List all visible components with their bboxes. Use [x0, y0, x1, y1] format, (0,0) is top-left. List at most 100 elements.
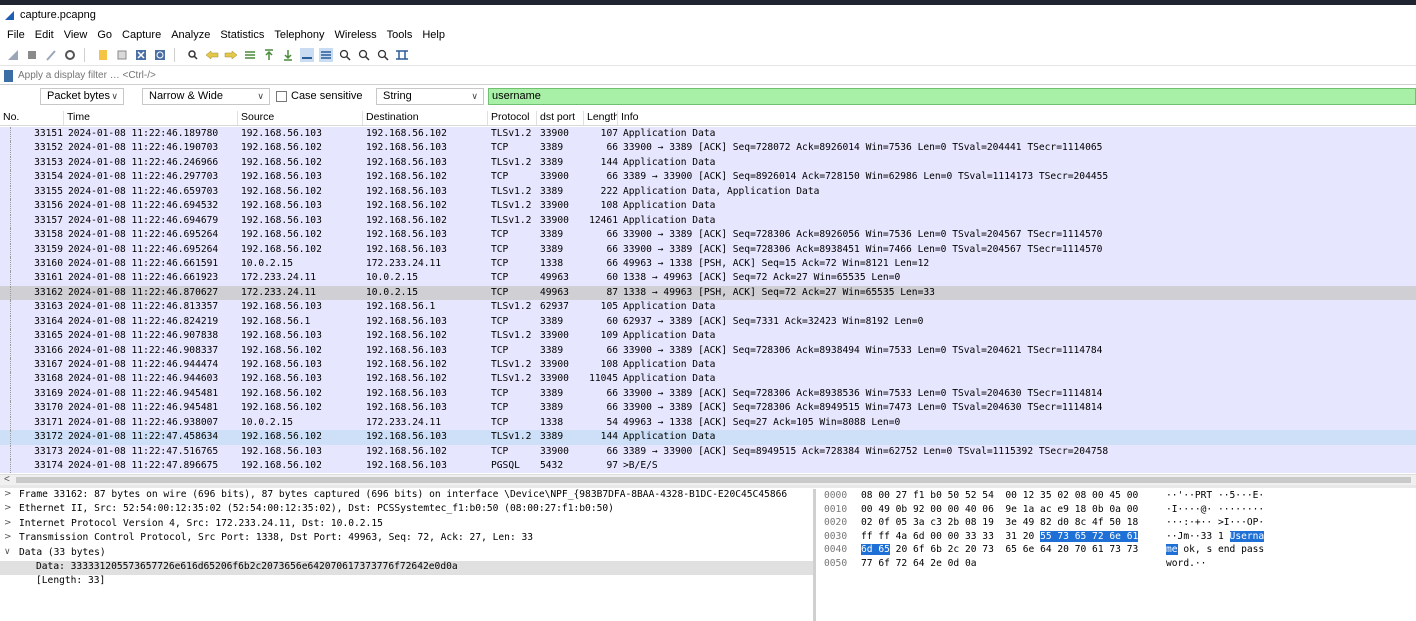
detail-tree-item[interactable]: > Frame 33162: 87 bytes on wire (696 bits… [0, 489, 814, 503]
menu-statistics[interactable]: Statistics [215, 29, 269, 41]
packet-row[interactable]: 33151 2024-01-08 11:22:46.189780 192.168.5… [0, 127, 1416, 142]
packet-row[interactable]: 33168 2024-01-08 11:22:46.944603 192.168.5… [0, 372, 1416, 387]
ascii-bytes[interactable]: ··Jm··33 1 Userna [1166, 530, 1265, 542]
column-header-dst-port[interactable]: dst port [537, 111, 584, 125]
column-header-info[interactable]: Info [618, 111, 1416, 125]
checkbox-box[interactable] [276, 90, 287, 102]
menu-edit[interactable]: Edit [30, 29, 59, 41]
menu-go[interactable]: Go [92, 29, 117, 41]
packet-row[interactable]: 33158 2024-01-08 11:22:46.695264 192.168.5… [0, 228, 1416, 243]
bookmark-icon[interactable] [4, 69, 13, 82]
horizontal-scrollbar[interactable]: < [0, 474, 1416, 485]
expand-arrow-icon[interactable]: > [4, 489, 12, 499]
go-back-icon[interactable] [203, 46, 221, 64]
packet-row[interactable]: 33166 2024-01-08 11:22:46.908337 192.168.5… [0, 343, 1416, 358]
menu-telephony[interactable]: Telephony [269, 29, 329, 41]
packet-row[interactable]: 33170 2024-01-08 11:22:46.945481 192.168.5… [0, 401, 1416, 416]
menu-file[interactable]: File [2, 29, 30, 41]
packet-row[interactable]: 33154 2024-01-08 11:22:46.297703 192.168.5… [0, 170, 1416, 185]
menu-analyze[interactable]: Analyze [166, 29, 215, 41]
packet-row[interactable]: 33172 2024-01-08 11:22:47.458634 192.168.5… [0, 430, 1416, 445]
column-header-length[interactable]: Length [584, 111, 618, 125]
packet-row[interactable]: 33153 2024-01-08 11:22:46.246966 192.168.5… [0, 155, 1416, 171]
find-packet-icon[interactable] [184, 46, 202, 64]
packet-row[interactable]: 33155 2024-01-08 11:22:46.659703 192.168.5… [0, 184, 1416, 200]
detail-tree-item[interactable]: [Length: 33] [0, 575, 814, 589]
packet-row[interactable]: 33162 2024-01-08 11:22:46.870627 172.233.2… [0, 285, 1416, 301]
packet-row[interactable]: 33160 2024-01-08 11:22:46.661591 10.0.2.15… [0, 256, 1416, 272]
ascii-bytes[interactable]: ···:·+·· >I···OP· [1166, 517, 1264, 528]
packet-row[interactable]: 33159 2024-01-08 11:22:46.695264 192.168.5… [0, 242, 1416, 257]
zoom-normal-icon[interactable] [374, 46, 392, 64]
hex-bytes[interactable]: 6d 65 20 6f 6b 2c 20 73 65 6e 64 20 70 6… [861, 544, 1138, 556]
hex-bytes[interactable]: 00 49 0b 92 00 00 40 06 9e 1a ac e9 18 0… [861, 504, 1138, 515]
menu-capture[interactable]: Capture [117, 29, 166, 41]
packet-row[interactable]: 33152 2024-01-08 11:22:46.190703 192.168.5… [0, 141, 1416, 156]
packet-row[interactable]: 33164 2024-01-08 11:22:46.824219 192.168.5… [0, 314, 1416, 330]
column-header-source[interactable]: Source [238, 111, 363, 125]
hex-bytes[interactable]: 02 0f 05 3a c3 2b 08 19 3e 49 82 d0 8c 4… [861, 517, 1138, 528]
detail-tree-item[interactable]: Data: 333331205573657726e616d65206f6b2c2… [0, 560, 814, 576]
zoom-in-icon[interactable] [336, 46, 354, 64]
display-filter-input[interactable] [18, 70, 1398, 81]
hex-bytes[interactable]: ff ff 4a 6d 00 00 33 33 31 20 55 73 65 7… [861, 530, 1139, 542]
ascii-bytes[interactable]: word.·· [1166, 558, 1206, 569]
scroll-left-icon[interactable]: < [4, 474, 10, 485]
capture-options-icon[interactable] [61, 46, 79, 64]
go-last-icon[interactable] [279, 46, 297, 64]
zoom-out-icon[interactable] [355, 46, 373, 64]
colorize-icon[interactable] [317, 46, 335, 64]
ascii-bytes[interactable]: ··'··PRT ··5···E· [1166, 490, 1264, 501]
detail-tree-item[interactable]: > Transmission Control Protocol, Src Port… [0, 532, 814, 546]
collapse-arrow-icon[interactable]: ∨ [4, 547, 11, 557]
expand-arrow-icon[interactable]: > [4, 503, 12, 513]
packet-row[interactable]: 33163 2024-01-08 11:22:46.813357 192.168.5… [0, 300, 1416, 315]
search-in-select[interactable]: Packet bytes ∨ [40, 88, 124, 105]
column-header-protocol[interactable]: Protocol [488, 111, 537, 125]
packet-row[interactable]: 33167 2024-01-08 11:22:46.944474 192.168.5… [0, 358, 1416, 373]
detail-tree-item[interactable]: > Ethernet II, Src: 52:54:00:12:35:02 (52… [0, 503, 814, 517]
go-forward-icon[interactable] [222, 46, 240, 64]
hex-bytes[interactable]: 77 6f 72 64 2e 0d 0a [861, 558, 977, 569]
pane-splitter[interactable] [0, 485, 1416, 488]
packet-row[interactable]: 33171 2024-01-08 11:22:46.938007 10.0.2.15… [0, 415, 1416, 431]
packet-row[interactable]: 33161 2024-01-08 11:22:46.661923 172.233.2… [0, 271, 1416, 286]
resize-columns-icon[interactable] [393, 46, 411, 64]
packet-row[interactable]: 33157 2024-01-08 11:22:46.694679 192.168.5… [0, 213, 1416, 229]
packet-row[interactable]: 33165 2024-01-08 11:22:46.907838 192.168.5… [0, 329, 1416, 344]
stop-capture-icon[interactable] [23, 46, 41, 64]
packet-row[interactable]: 33174 2024-01-08 11:22:47.896675 192.168.5… [0, 459, 1416, 473]
reload-icon[interactable] [151, 46, 169, 64]
packet-row[interactable]: 33173 2024-01-08 11:22:47.516765 192.168.5… [0, 444, 1416, 460]
autoscroll-icon[interactable] [298, 46, 316, 64]
expand-arrow-icon[interactable]: > [4, 518, 12, 528]
detail-tree-item[interactable]: ∨ Data (33 bytes) [0, 547, 814, 561]
go-first-icon[interactable] [260, 46, 278, 64]
go-to-packet-icon[interactable] [241, 46, 259, 64]
column-header-time[interactable]: Time [64, 111, 238, 125]
char-width-select[interactable]: Narrow & Wide ∨ [142, 88, 270, 105]
menu-tools[interactable]: Tools [382, 29, 418, 41]
start-capture-icon[interactable] [4, 46, 22, 64]
scrollbar-thumb[interactable] [16, 477, 1411, 483]
restart-capture-icon[interactable] [42, 46, 60, 64]
find-string-input[interactable]: username [488, 88, 1416, 105]
search-type-select[interactable]: String ∨ [376, 88, 484, 105]
column-header-destination[interactable]: Destination [363, 111, 488, 125]
save-file-icon[interactable] [113, 46, 131, 64]
expand-arrow-icon[interactable]: > [4, 532, 12, 542]
close-file-icon[interactable] [132, 46, 150, 64]
open-file-icon[interactable] [94, 46, 112, 64]
menu-help[interactable]: Help [417, 29, 450, 41]
detail-tree-item[interactable]: > Internet Protocol Version 4, Src: 172.2… [0, 518, 814, 532]
packet-row[interactable]: 33169 2024-01-08 11:22:46.945481 192.168.5… [0, 386, 1416, 402]
ascii-bytes[interactable]: me ok, s end pass [1166, 544, 1264, 556]
menu-wireless[interactable]: Wireless [330, 29, 382, 41]
ascii-bytes[interactable]: ·I····@· ········ [1166, 504, 1264, 515]
packet-row[interactable]: 33156 2024-01-08 11:22:46.694532 192.168.5… [0, 199, 1416, 214]
menu-view[interactable]: View [59, 29, 93, 41]
hex-bytes[interactable]: 08 00 27 f1 b0 50 52 54 00 12 35 02 08 0… [861, 490, 1138, 501]
packet-list[interactable]: 33151 2024-01-08 11:22:46.189780 192.168.5… [0, 127, 1416, 473]
case-sensitive-checkbox[interactable]: Case sensitive [276, 90, 363, 102]
column-header-no[interactable]: No. [0, 111, 64, 125]
